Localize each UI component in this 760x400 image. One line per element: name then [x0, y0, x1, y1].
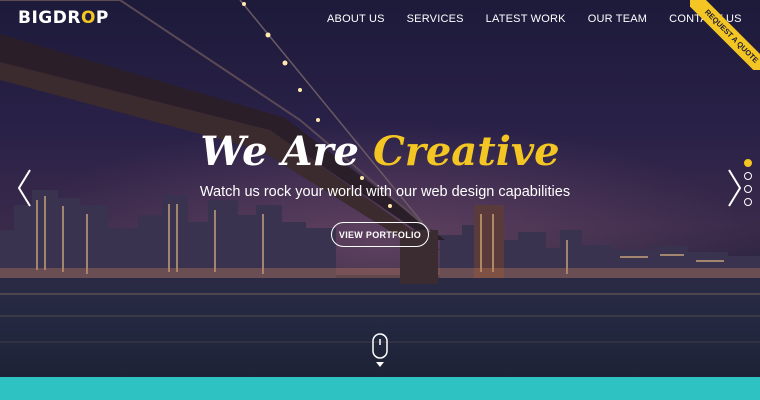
slider-pagination: [744, 159, 752, 206]
view-portfolio-button[interactable]: VIEW PORTFOLIO: [331, 222, 429, 247]
slider-dot-3[interactable]: [744, 185, 752, 193]
slider-dot-2[interactable]: [744, 172, 752, 180]
request-quote-corner: REQUEST A QUOTE: [690, 0, 760, 70]
mouse-scroll-icon[interactable]: [371, 333, 389, 369]
nav-item-our-team[interactable]: OUR TEAM: [588, 13, 647, 25]
nav-item-about-us[interactable]: ABOUT US: [327, 13, 385, 25]
slider-dot-4[interactable]: [744, 198, 752, 206]
headline-part-1: We Are: [200, 128, 373, 175]
logo-text-left: BIGDR: [18, 8, 81, 28]
chevron-right-icon[interactable]: [727, 168, 743, 208]
brand-logo[interactable]: BIGDROP: [18, 8, 109, 28]
hero-subline: Watch us rock your world with our web de…: [199, 184, 571, 200]
nav-item-services[interactable]: SERVICES: [407, 13, 464, 25]
headline-part-2: Creative: [372, 128, 560, 175]
hero-headline: We Are Creative: [0, 128, 760, 175]
slider-dot-1[interactable]: [744, 159, 752, 167]
main-nav: ABOUT US SERVICES LATEST WORK OUR TEAM C…: [327, 13, 742, 25]
teal-section-band: [0, 377, 760, 400]
nav-item-latest-work[interactable]: LATEST WORK: [486, 13, 566, 25]
request-quote-ribbon[interactable]: REQUEST A QUOTE: [690, 0, 760, 70]
logo-text-right: P: [95, 8, 109, 28]
logo-text-o: O: [80, 8, 96, 28]
chevron-left-icon[interactable]: [16, 168, 32, 208]
